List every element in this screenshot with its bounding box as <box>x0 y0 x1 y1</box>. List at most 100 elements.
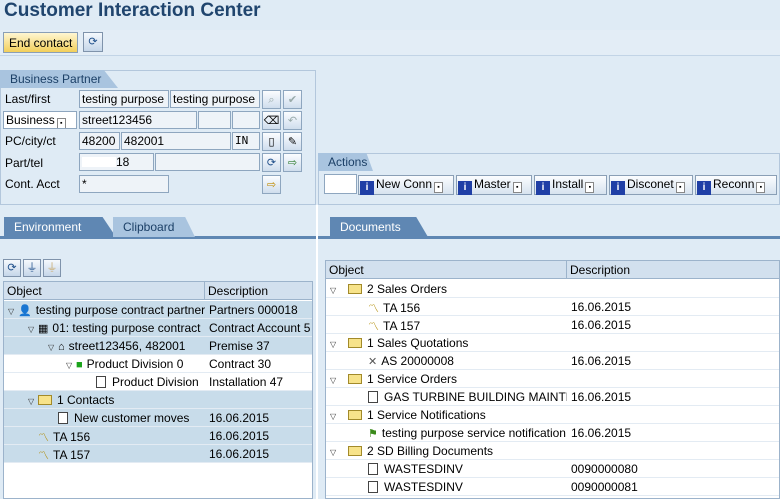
tree-row[interactable]: GAS TURBINE BUILDING MAINTENANCE16.06.20… <box>326 388 779 406</box>
tree-row[interactable]: ▽ 1 Contacts <box>4 391 312 409</box>
tree-row-label: Product Division <box>112 375 199 389</box>
city-field[interactable]: 482001 <box>121 132 231 150</box>
expand-toggle-icon[interactable]: ▽ <box>330 448 340 457</box>
action-button[interactable]: i Reconn ▪ <box>695 175 777 195</box>
activity-icon: 〽 <box>38 450 49 462</box>
expand-toggle-icon[interactable]: ▽ <box>48 343 58 352</box>
tree-cell-description: 16.06.2015 <box>567 298 779 316</box>
tree-row[interactable]: Product Division Installation 47 <box>4 373 312 391</box>
tree-cell-description <box>205 391 312 409</box>
masked-value <box>82 157 116 167</box>
tree-row[interactable]: 〽 TA 157 16.06.2015 <box>326 316 779 334</box>
activity-icon: 〽 <box>38 432 49 444</box>
end-contact-button[interactable]: End contact <box>3 32 79 53</box>
tree-row[interactable]: 〽 TA 157 16.06.2015 <box>4 445 312 463</box>
folder-icon <box>348 284 362 294</box>
tree-row[interactable]: WASTESDINV 0090000081 <box>326 478 779 496</box>
document-icon <box>368 481 378 493</box>
tree-row[interactable]: ▽ 👤 testing purpose contract partner Partne… <box>4 301 312 319</box>
tree-row[interactable]: ⚑ testing purpose service notification 16.… <box>326 424 779 442</box>
tree-cell-object: ▽ ⌂ street123456, 482001 <box>4 337 205 355</box>
tree-row[interactable]: 〽 TA 156 16.06.2015 <box>326 298 779 316</box>
postal-code-field[interactable]: 48200 <box>79 132 120 150</box>
info-icon: i <box>536 181 550 195</box>
country-field[interactable]: IN <box>232 132 260 150</box>
tree-row-label: TA 156 <box>383 301 421 315</box>
transfer-icon[interactable]: ⇨ <box>283 153 302 172</box>
forward-icon[interactable]: ⇨ <box>262 175 281 194</box>
info-icon: i <box>697 181 711 195</box>
tree-row-label: 1 Sales Quotations <box>367 336 469 350</box>
tree-row[interactable]: ▽ ■ Product Division 0 Contract 30 <box>4 355 312 373</box>
expand-toggle-icon[interactable]: ▽ <box>28 325 38 334</box>
expand-toggle-icon[interactable]: ▽ <box>330 412 340 421</box>
splitter[interactable] <box>316 205 318 499</box>
refresh-icon[interactable]: ⟳ <box>262 153 281 172</box>
action-button[interactable]: i Disconet ▪ <box>609 175 693 195</box>
undo-icon[interactable]: ↶ <box>283 111 302 130</box>
action-input[interactable] <box>324 174 357 194</box>
tree-row-label: testing purpose contract partner <box>35 303 205 317</box>
document-icon <box>96 376 106 388</box>
phone-field[interactable] <box>155 153 260 171</box>
expand-toggle-icon[interactable]: ▽ <box>330 286 340 295</box>
tree-cell-object: 〽 TA 156 <box>4 427 205 445</box>
last-name-field[interactable]: testing purpose <box>79 90 169 108</box>
tree-row[interactable]: 〽 TA 156 16.06.2015 <box>4 427 312 445</box>
expand-toggle-icon[interactable]: ▽ <box>66 361 76 370</box>
eraser-icon[interactable]: ⌫ <box>262 111 281 130</box>
division-icon: ■ <box>76 359 83 371</box>
filter-off-icon[interactable]: ⏚ <box>43 259 61 277</box>
tree-row[interactable]: ▽ 1 Service Notifications <box>326 406 779 424</box>
tree-row[interactable]: New customer moves 16.06.2015 <box>4 409 312 427</box>
tree-row[interactable]: ▽ 2 SD Billing Documents <box>326 442 779 460</box>
tree-row[interactable]: ▽ ⌂ street123456, 482001 Premise 37 <box>4 337 312 355</box>
action-button-label: Disconet <box>627 177 674 191</box>
expand-toggle-icon[interactable]: ▽ <box>8 307 18 316</box>
tree-row[interactable]: ✕ AS 20000008 16.06.2015 <box>326 352 779 370</box>
tree-row[interactable]: ▽ 1 Service Orders <box>326 370 779 388</box>
refresh-icon[interactable]: ⟳ <box>83 32 103 52</box>
business-select[interactable]: Business ▪ <box>3 111 77 129</box>
business-extra-field[interactable] <box>198 111 231 129</box>
parttel-value: 18 <box>116 155 130 169</box>
tree-row[interactable]: WASTESDINV 0090000080 <box>326 460 779 478</box>
activity-icon: 〽 <box>368 303 379 315</box>
tree-row-label: TA 157 <box>383 319 421 333</box>
expand-toggle-icon[interactable]: ▽ <box>330 340 340 349</box>
tree-row[interactable]: ▽ 2 Sales Orders <box>326 280 779 298</box>
tree-cell-object: ✕ AS 20000008 <box>326 352 567 370</box>
new-document-icon[interactable]: ▯ <box>262 132 281 151</box>
tab-environment[interactable]: Environment <box>4 217 116 237</box>
checkmark-icon[interactable]: ✔ <box>283 90 302 109</box>
tree-cell-object: ▽ ▦ 01: testing purpose contract <box>4 319 205 337</box>
first-name-field[interactable]: testing purpose <box>170 90 260 108</box>
business-extra-field-2[interactable] <box>232 111 260 129</box>
refresh-icon[interactable]: ⟳ <box>3 259 21 277</box>
contract-account-field[interactable]: * <box>79 175 169 193</box>
action-button[interactable]: i Install ▪ <box>534 175 607 195</box>
expand-toggle-icon[interactable]: ▽ <box>28 397 38 406</box>
document-icon <box>368 463 378 475</box>
tree-cell-object: New customer moves <box>4 409 205 427</box>
tree-row[interactable]: ▽ 1 Sales Quotations <box>326 334 779 352</box>
tab-documents[interactable]: Documents <box>330 217 428 237</box>
env-col-object: Object <box>4 282 205 300</box>
expand-toggle-icon[interactable]: ▽ <box>330 376 340 385</box>
tab-clipboard[interactable]: Clipboard <box>113 217 195 237</box>
tree-cell-object: ▽ ■ Product Division 0 <box>4 355 205 373</box>
filter-icon[interactable]: ⏚ <box>23 259 41 277</box>
tree-cell-object: WASTESDINV <box>326 460 567 478</box>
action-button[interactable]: i New Conn ▪ <box>358 175 454 195</box>
binoculars-icon[interactable]: ⌕ <box>262 90 281 109</box>
tree-cell-description: 16.06.2015 <box>567 352 779 370</box>
business-partner-title: Business Partner <box>0 70 118 88</box>
tree-cell-description: Partners 000018 <box>205 301 312 319</box>
tree-row[interactable]: ▽ ▦ 01: testing purpose contract Contract A… <box>4 319 312 337</box>
pencil-icon[interactable]: ✎ <box>283 132 302 151</box>
tree-cell-object: ▽ 1 Sales Quotations <box>326 334 567 352</box>
business-field[interactable]: street123456 <box>79 111 197 129</box>
action-button[interactable]: i Master ▪ <box>456 175 532 195</box>
tree-row-label: street123456, 482001 <box>68 339 186 353</box>
parttel-field[interactable]: 18 <box>79 153 154 171</box>
